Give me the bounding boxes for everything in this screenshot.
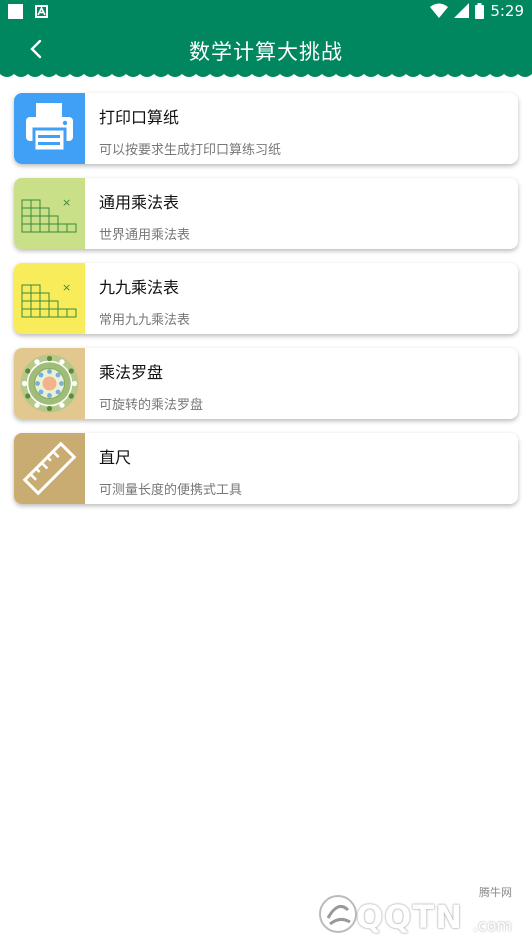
- menu-card-subtitle: 可测量长度的便携式工具: [99, 483, 243, 498]
- menu-card-title: 乘法罗盘: [99, 363, 164, 382]
- watermark-suffix: .com: [472, 916, 512, 935]
- menu-card-subtitle: 世界通用乘法表: [99, 228, 191, 243]
- menu-card-subtitle: 常用九九乘法表: [99, 313, 191, 328]
- menu-card-subtitle: 可以按要求生成打印口算练习纸: [99, 143, 282, 158]
- status-time: 5:29: [490, 2, 524, 20]
- menu-card[interactable]: × 九九乘法表常用九九乘法表: [14, 263, 518, 334]
- notification-icon: [8, 4, 23, 19]
- app-bar: 数学计算大挑战: [0, 24, 532, 74]
- multiplication-compass-icon: [14, 348, 85, 419]
- menu-card[interactable]: 直尺可测量长度的便携式工具: [14, 433, 518, 504]
- watermark-brand: QQTN: [356, 898, 464, 936]
- menu-card-title: 九九乘法表: [99, 278, 180, 297]
- menu-card-title: 通用乘法表: [99, 193, 180, 212]
- svg-text:×: ×: [62, 196, 71, 209]
- menu-card-title: 直尺: [99, 448, 132, 467]
- watermark: 腾牛网 QQTN .com: [316, 884, 516, 940]
- app-bar-wave-edge: [0, 70, 532, 77]
- multiplication-table-icon: ×: [14, 263, 85, 334]
- menu-card-subtitle: 可旋转的乘法罗盘: [99, 398, 204, 413]
- menu-card[interactable]: × 通用乘法表世界通用乘法表: [14, 178, 518, 249]
- watermark-label: 腾牛网: [479, 886, 512, 899]
- notification-a-icon: [35, 5, 48, 18]
- menu-card-title: 打印口算纸: [99, 108, 180, 127]
- printer-icon: [14, 93, 85, 164]
- battery-icon: [475, 3, 485, 19]
- svg-text:×: ×: [62, 281, 71, 294]
- page-title: 数学计算大挑战: [189, 40, 343, 64]
- signal-icon: [454, 3, 470, 18]
- menu-card[interactable]: 打印口算纸可以按要求生成打印口算练习纸: [14, 93, 518, 164]
- menu-card[interactable]: 乘法罗盘可旋转的乘法罗盘: [14, 348, 518, 419]
- ruler-icon: [14, 433, 85, 504]
- watermark-logo-icon: [319, 895, 357, 933]
- status-bar: 5:29: [0, 0, 532, 24]
- wifi-icon: [430, 3, 449, 18]
- multiplication-table-icon: ×: [14, 178, 85, 249]
